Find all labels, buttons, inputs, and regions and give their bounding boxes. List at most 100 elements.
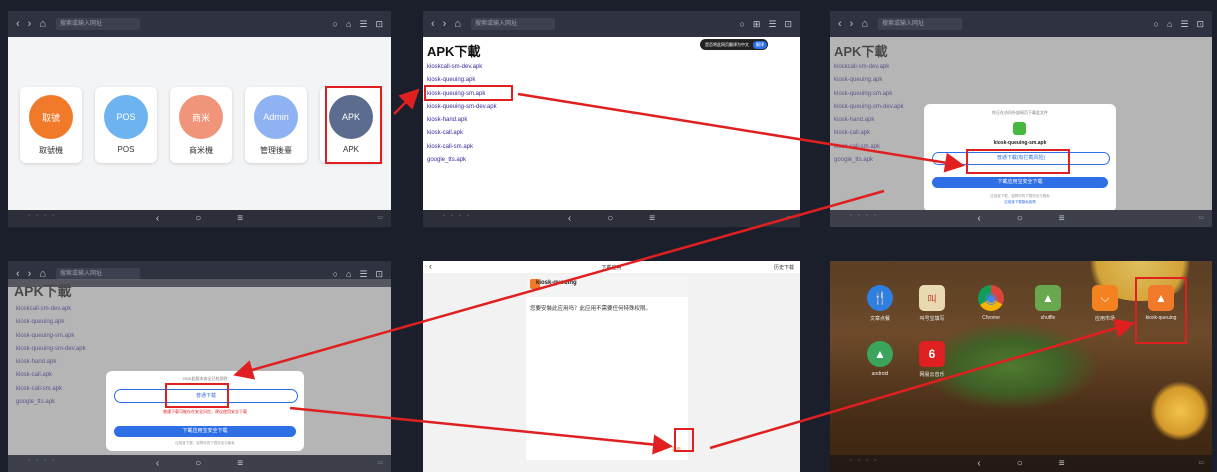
menu-icon[interactable]: ☰ — [359, 19, 367, 30]
highlight-apk-card — [325, 86, 382, 164]
menu-icon[interactable]: ☰ — [768, 19, 776, 30]
status-icons: ◦◦◦◦ — [850, 458, 883, 464]
install-dialog: kiosk-queuing 您要安裝此应用吗？此应用不需要任何特殊权限。 取消 … — [526, 275, 688, 460]
installer-topbar: ‹ 下載应用 历史下载 — [423, 261, 800, 273]
android-icon: ▲ — [867, 341, 893, 367]
apk-link[interactable]: kiosk-queuing-sm-dev.apk — [427, 101, 497, 114]
clock-icon: ▭ — [1198, 215, 1204, 221]
forward-icon[interactable]: › — [28, 18, 32, 30]
status-icons: ◦◦◦◦ — [28, 458, 61, 464]
forward-icon[interactable]: › — [443, 18, 447, 30]
nav-home-icon[interactable]: ○ — [195, 458, 201, 469]
lock-icon[interactable]: ⌂ — [1167, 19, 1172, 30]
home-icon-shuffle[interactable]: ▲ shuffle — [1032, 285, 1064, 321]
home-icon[interactable]: ⌂ — [39, 18, 46, 30]
home-icon-queue-assistant[interactable]: 叫 叫号宝填写 — [916, 285, 948, 322]
menu-icon[interactable]: ☰ — [1180, 19, 1188, 30]
lock-icon[interactable]: ⌂ — [346, 19, 351, 30]
back-icon[interactable]: ‹ — [431, 18, 435, 30]
tabs-icon[interactable]: ⊡ — [375, 19, 383, 30]
nav-back-icon[interactable]: ‹ — [156, 213, 159, 224]
honey-dipper-decoration — [1150, 381, 1210, 441]
apk-link[interactable]: kiosk-hand.apk — [427, 114, 497, 127]
safe-download-button[interactable]: 下載应用宝安全下载 — [932, 177, 1108, 188]
refresh-icon[interactable]: ○ — [333, 19, 338, 30]
nav-menu-icon[interactable]: ≡ — [1059, 458, 1065, 469]
url-input[interactable]: 搜索或输入网址 — [878, 18, 962, 30]
app-card-sunmi[interactable]: 商米 商米機 — [170, 87, 232, 163]
home-icon-label: Chrome — [982, 315, 1000, 321]
home-icon-netease-music[interactable]: 6 网易云音乐 — [916, 341, 948, 378]
forward-icon[interactable]: › — [850, 18, 854, 30]
clock-icon: ▭ — [786, 215, 792, 221]
highlight-normal-download — [966, 149, 1070, 174]
apk-link[interactable]: google_tts.apk — [427, 154, 497, 167]
history-download-link[interactable]: 历史下载 — [774, 264, 794, 271]
tabs-icon[interactable]: ⊡ — [375, 269, 383, 280]
nav-home-icon[interactable]: ○ — [1017, 213, 1023, 224]
nav-home-icon[interactable]: ○ — [607, 213, 613, 224]
home-icon-chrome[interactable]: ◉ Chrome — [975, 285, 1007, 321]
back-icon[interactable]: ‹ — [838, 18, 842, 30]
system-nav-bar: ◦◦◦◦ ‹ ○ ≡ ▭ — [8, 455, 391, 472]
bookmark-icon[interactable]: ⊞ — [753, 19, 761, 30]
panel-download-dialog-2: ‹ › ⌂ 搜索或输入网址 ○ ⌂ ☰ ⊡ APK下載 kioskcall-sm… — [8, 261, 391, 472]
system-nav-bar: ◦◦◦◦ ‹ ○ ≡ ▭ — [830, 210, 1212, 227]
nav-menu-icon[interactable]: ≡ — [237, 458, 243, 469]
dialog-footer: 应用宝下载，保障你的下载安全与隐私 — [990, 194, 1050, 198]
lock-icon[interactable]: ⌂ — [346, 269, 351, 280]
apk-link[interactable]: kiosk-call.apk — [427, 127, 497, 140]
app-card-admin[interactable]: Admin 管理後臺 — [245, 87, 307, 163]
translate-button[interactable]: 翻译 — [753, 40, 767, 49]
status-icons: ◦◦◦◦ — [28, 213, 61, 219]
privacy-link[interactable]: 应用宝下载隐私政策 — [924, 200, 1116, 205]
highlight-apk-link — [424, 85, 513, 101]
refresh-icon[interactable]: ○ — [333, 269, 338, 280]
status-icons: ◦◦◦◦ — [443, 213, 476, 219]
nav-home-icon[interactable]: ○ — [195, 213, 201, 224]
android-icon: ▲ — [1035, 285, 1061, 311]
cancel-button[interactable]: 取消 — [654, 447, 663, 453]
app-label: POS — [117, 145, 135, 154]
status-icons: ◦◦◦◦ — [850, 213, 883, 219]
nav-back-icon[interactable]: ‹ — [977, 213, 980, 224]
home-icon[interactable]: ⌂ — [861, 18, 868, 30]
refresh-icon[interactable]: ○ — [739, 19, 744, 30]
app-icon: Admin — [254, 95, 298, 139]
url-input[interactable]: 搜索或输入网址 — [56, 18, 140, 30]
refresh-icon[interactable]: ○ — [1154, 19, 1159, 30]
url-input[interactable]: 搜索或输入网址 — [471, 18, 555, 30]
app-card-pos[interactable]: POS POS — [95, 87, 157, 163]
home-icon[interactable]: ⌂ — [454, 18, 461, 30]
nav-menu-icon[interactable]: ≡ — [237, 213, 243, 224]
back-icon[interactable]: ‹ — [16, 18, 20, 30]
netease-music-icon: 6 — [919, 341, 945, 367]
nav-home-icon[interactable]: ○ — [1017, 458, 1023, 469]
tabs-icon[interactable]: ⊡ — [1196, 19, 1204, 30]
apk-link[interactable]: kiosk-call-sm.apk — [427, 141, 497, 154]
home-icon-label: 应用市场 — [1094, 316, 1115, 322]
nav-menu-icon[interactable]: ≡ — [1059, 213, 1065, 224]
nav-back-icon[interactable]: ‹ — [568, 213, 571, 224]
dialog-header: 你正在访问外部网页下载此文件 — [992, 110, 1048, 115]
app-label: 商米機 — [189, 146, 213, 155]
home-icon-android[interactable]: ▲ android — [864, 341, 896, 377]
app-market-icon: ⌵ — [1092, 285, 1118, 311]
apk-link[interactable]: kioskcall-sm-dev.apk — [427, 61, 497, 74]
browser-bar: ‹ › ⌂ 搜索或输入网址 ○ ⌂ ☰ ⊡ — [830, 11, 1212, 37]
nav-back-icon[interactable]: ‹ — [156, 458, 159, 469]
home-icon-label: 网易云音乐 — [919, 372, 945, 378]
apk-file-list: kioskcall-sm-dev.apk kiosk-queuing.apk k… — [427, 61, 497, 167]
home-icon-food[interactable]: 🍴 文章点餐 — [864, 285, 896, 322]
browser-bar: ‹ › ⌂ 搜索或输入网址 ○ ⊞ ☰ ⊡ — [423, 11, 800, 37]
dialog-header: 2026此版本安全已检测到 — [182, 376, 228, 381]
home-icon-app-market[interactable]: ⌵ 应用市场 — [1089, 285, 1121, 322]
app-file-icon — [1013, 122, 1026, 135]
app-icon: 取號 — [29, 95, 73, 139]
tabs-icon[interactable]: ⊡ — [784, 19, 792, 30]
safe-download-button[interactable]: 下載应用宝安全下载 — [114, 426, 296, 437]
nav-back-icon[interactable]: ‹ — [977, 458, 980, 469]
app-card-queue[interactable]: 取號 取號機 — [20, 87, 82, 163]
nav-menu-icon[interactable]: ≡ — [649, 213, 655, 224]
menu-icon[interactable]: ☰ — [359, 269, 367, 280]
